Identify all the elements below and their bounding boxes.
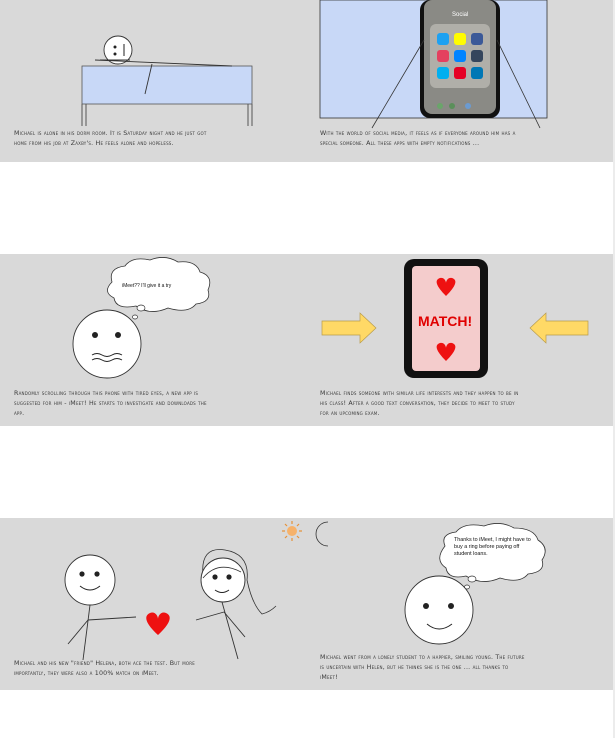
thought-bubble-text-2: Thanks to iMeet, I might have to buy a r…: [454, 537, 531, 557]
panel-6-caption: Michael went from a lonely student to a …: [320, 654, 525, 681]
happy-face-scene: [404, 523, 546, 645]
